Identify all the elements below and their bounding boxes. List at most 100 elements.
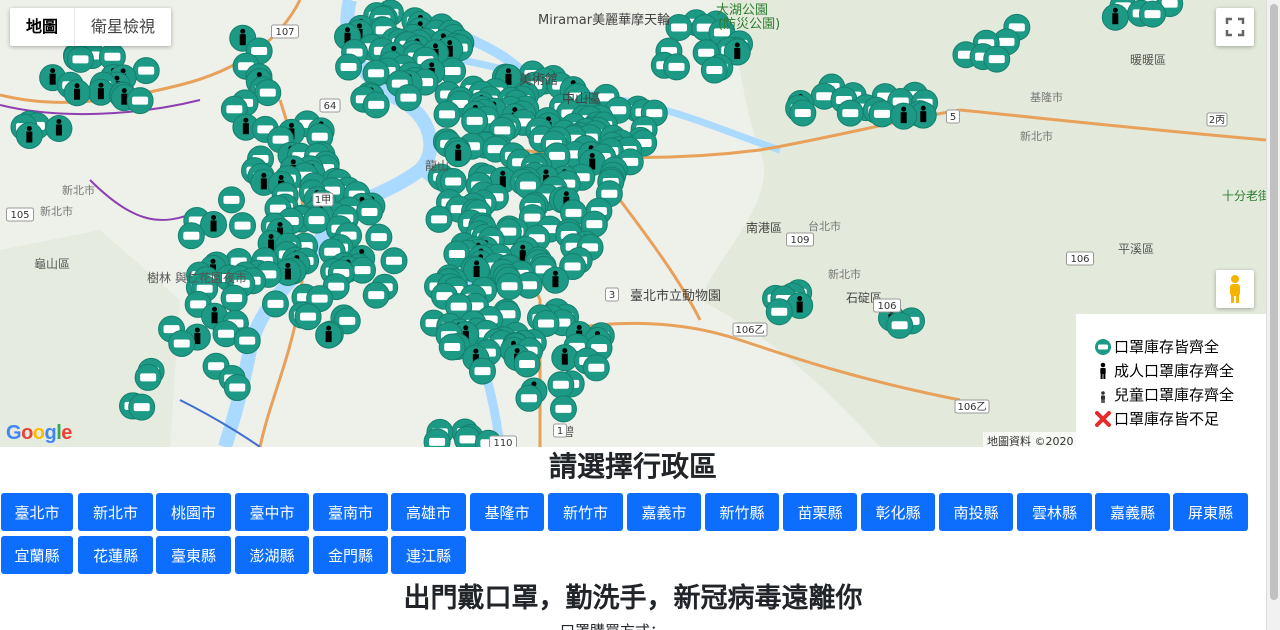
city-button-21[interactable]: 連江縣 <box>391 536 466 574</box>
pharmacy-marker[interactable] <box>355 198 383 226</box>
pharmacy-marker[interactable] <box>789 99 817 127</box>
pharmacy-marker[interactable] <box>63 79 91 107</box>
city-button-4[interactable]: 臺南市 <box>313 493 388 531</box>
city-button-16[interactable]: 宜蘭縣 <box>1 536 73 574</box>
pharmacy-marker[interactable] <box>15 121 43 149</box>
pegman-icon <box>1230 275 1240 303</box>
fullscreen-button[interactable] <box>1216 8 1254 46</box>
pharmacy-marker[interactable] <box>547 371 575 399</box>
city-button-14[interactable]: 嘉義縣 <box>1095 493 1170 531</box>
pharmacy-marker[interactable] <box>233 327 261 355</box>
pharmacy-marker[interactable] <box>765 298 793 326</box>
pharmacy-marker[interactable] <box>168 329 196 357</box>
pharmacy-marker[interactable] <box>549 395 577 423</box>
pharmacy-marker[interactable] <box>66 45 94 73</box>
legend-label-all: 口罩庫存皆齊全 <box>1114 338 1220 356</box>
pharmacy-marker[interactable] <box>45 114 73 142</box>
pharmacy-marker[interactable] <box>461 107 489 135</box>
city-button-0[interactable]: 臺北市 <box>1 493 73 531</box>
google-logo[interactable]: Google <box>6 422 72 445</box>
pharmacy-marker[interactable] <box>128 393 156 421</box>
legend-item-child: 兒童口罩庫存齊全 <box>1094 384 1234 405</box>
pharmacy-marker[interactable] <box>365 223 393 251</box>
city-button-15[interactable]: 屏東縣 <box>1173 493 1248 531</box>
city-button-8[interactable]: 嘉義市 <box>627 493 701 531</box>
pharmacy-marker[interactable] <box>700 56 728 84</box>
child-icon <box>1101 390 1105 403</box>
city-button-12[interactable]: 南投縣 <box>939 493 1013 531</box>
pharmacy-marker[interactable] <box>983 45 1011 73</box>
pharmacy-marker[interactable] <box>513 350 541 378</box>
pharmacy-marker[interactable] <box>223 374 251 402</box>
slogan-heading: 出門戴口罩，勤洗手，新冠病毒遠離你 <box>403 583 863 614</box>
page-scrollbar[interactable] <box>1266 0 1280 630</box>
pharmacy-marker[interactable] <box>433 100 461 128</box>
pharmacy-marker[interactable] <box>394 84 422 112</box>
pharmacy-marker[interactable] <box>362 281 390 309</box>
city-button-3[interactable]: 臺中市 <box>235 493 309 531</box>
pharmacy-marker[interactable] <box>126 87 154 115</box>
city-button-20[interactable]: 金門縣 <box>313 536 388 574</box>
pharmacy-marker[interactable] <box>425 205 453 233</box>
scrollbar-thumb[interactable] <box>1270 4 1278 600</box>
pharmacy-marker[interactable] <box>177 222 205 250</box>
pharmacy-marker[interactable] <box>438 333 466 361</box>
city-button-18[interactable]: 臺東縣 <box>156 536 231 574</box>
pharmacy-marker[interactable] <box>217 186 245 214</box>
pharmacy-marker[interactable] <box>380 247 408 275</box>
pharmacy-marker[interactable] <box>254 79 282 107</box>
pharmacy-marker[interactable] <box>335 53 363 81</box>
adult-icon <box>1100 362 1106 379</box>
red-x-icon <box>1095 410 1111 427</box>
city-button-19[interactable]: 澎湖縣 <box>235 536 309 574</box>
pharmacy-marker[interactable] <box>665 13 693 41</box>
pharmacy-marker[interactable] <box>541 266 569 294</box>
pharmacy-marker[interactable] <box>229 212 257 240</box>
pharmacy-marker[interactable] <box>582 354 610 382</box>
legend-label-none: 口罩庫存皆不足 <box>1114 410 1220 428</box>
legend-item-none: 口罩庫存皆不足 <box>1094 408 1219 429</box>
map[interactable]: Miramar美麗華摩天輪 大湖公園 (防災公園) 美術館 中山區 南港區 臺北市立動物園石… <box>0 0 1266 447</box>
pharmacy-marker[interactable] <box>220 284 248 312</box>
map-legend: 口罩庫存皆齊全 成人口罩庫存齊全 兒童口罩庫存齊全 口罩庫存皆不足 <box>1076 314 1266 447</box>
map-attribution[interactable]: 地圖資料 ©2020 <box>983 432 1078 447</box>
pharmacy-marker[interactable] <box>134 363 162 391</box>
city-button-5[interactable]: 高雄市 <box>391 493 466 531</box>
city-button-9[interactable]: 新竹縣 <box>705 493 779 531</box>
pharmacy-marker[interactable] <box>551 344 579 372</box>
legend-item-adult: 成人口罩庫存齊全 <box>1094 360 1234 381</box>
city-button-1[interactable]: 新北市 <box>78 493 153 531</box>
city-button-11[interactable]: 彰化縣 <box>861 493 935 531</box>
pharmacy-marker[interactable] <box>1101 3 1129 31</box>
pharmacy-marker[interactable] <box>515 384 543 412</box>
legend-label-child: 兒童口罩庫存齊全 <box>1114 386 1235 404</box>
map-type-satellite-button[interactable]: 衛星檢視 <box>75 8 171 46</box>
pharmacy-marker[interactable] <box>495 272 523 300</box>
pharmacy-marker[interactable] <box>132 57 160 85</box>
pharmacy-marker[interactable] <box>1138 0 1166 28</box>
legend-label-adult: 成人口罩庫存齊全 <box>1114 362 1235 380</box>
mask-purchase-heading: 口罩購買方式： <box>560 620 665 630</box>
pharmacy-marker[interactable] <box>362 91 390 119</box>
map-type-map-button[interactable]: 地圖 <box>10 8 76 46</box>
city-button-17[interactable]: 花蓮縣 <box>78 536 153 574</box>
city-button-13[interactable]: 雲林縣 <box>1017 493 1092 531</box>
pharmacy-marker[interactable] <box>468 357 496 385</box>
pharmacy-marker[interactable] <box>294 303 322 331</box>
mask-all-icon <box>1095 338 1111 355</box>
pharmacy-marker[interactable] <box>303 206 331 234</box>
city-button-2[interactable]: 桃園市 <box>156 493 231 531</box>
pharmacy-marker[interactable] <box>836 99 864 127</box>
pharmacy-marker[interactable] <box>315 321 343 349</box>
street-view-pegman-button[interactable] <box>1216 270 1254 308</box>
city-button-7[interactable]: 新竹市 <box>548 493 623 531</box>
pharmacy-marker[interactable] <box>261 290 289 318</box>
pharmacy-marker[interactable] <box>890 102 918 130</box>
pharmacy-marker[interactable] <box>444 140 472 168</box>
fullscreen-icon <box>1225 17 1245 37</box>
city-button-10[interactable]: 苗栗縣 <box>783 493 857 531</box>
pharmacy-marker[interactable] <box>663 53 691 81</box>
city-button-6[interactable]: 基隆市 <box>470 493 544 531</box>
legend-item-all: 口罩庫存皆齊全 <box>1094 336 1219 357</box>
pharmacy-marker[interactable] <box>886 311 914 339</box>
